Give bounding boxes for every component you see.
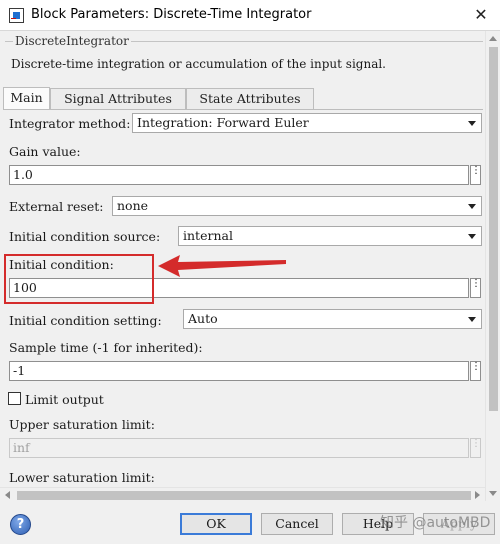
scroll-down-icon[interactable] (489, 491, 497, 496)
sample-time-input[interactable]: -1 (9, 361, 469, 381)
vertical-scrollbar[interactable] (485, 31, 500, 501)
close-icon[interactable]: ✕ (468, 2, 494, 28)
help-icon[interactable]: ? (10, 514, 31, 535)
limit-output-label: Limit output (25, 392, 104, 407)
upper-saturation-input: inf (9, 438, 469, 458)
window-title: Block Parameters: Discrete-Time Integrat… (31, 7, 312, 22)
initial-condition-label: Initial condition: (9, 257, 114, 272)
horizontal-scroll-thumb[interactable] (17, 491, 471, 500)
more-options-icon: ⋮ (470, 438, 481, 458)
watermark: 知乎 @autoMBD (380, 515, 491, 531)
integrator-method-label: Integrator method: (9, 116, 131, 131)
tab-state-attributes[interactable]: State Attributes (186, 88, 314, 109)
external-reset-label: External reset: (9, 199, 104, 214)
scroll-up-icon[interactable] (489, 36, 497, 41)
tab-signal-attributes[interactable]: Signal Attributes (50, 88, 186, 109)
tab-main[interactable]: Main (3, 87, 50, 110)
external-reset-value: none (117, 198, 149, 213)
ic-setting-value: Auto (188, 311, 218, 326)
ic-source-value: internal (183, 228, 233, 243)
main-tab-panel: Integrator method: Integration: Forward … (0, 110, 485, 488)
ic-setting-dropdown[interactable]: Auto (183, 309, 482, 329)
block-description: Discrete-time integration or accumulatio… (11, 57, 386, 71)
gain-label: Gain value: (9, 144, 81, 159)
integrator-method-value: Integration: Forward Euler (137, 115, 309, 130)
upper-saturation-label: Upper saturation limit: (9, 417, 155, 432)
ic-setting-label: Initial condition setting: (9, 313, 162, 328)
scroll-left-icon[interactable] (5, 491, 10, 499)
title-bar: Block Parameters: Discrete-Time Integrat… (0, 0, 500, 31)
scroll-right-icon[interactable] (475, 491, 480, 499)
integrator-method-dropdown[interactable]: Integration: Forward Euler (132, 113, 482, 133)
initial-condition-input[interactable]: 100 (9, 278, 469, 298)
chevron-down-icon (468, 121, 476, 126)
lower-saturation-label: Lower saturation limit: (9, 470, 155, 485)
limit-output-checkbox[interactable] (8, 392, 21, 405)
external-reset-dropdown[interactable]: none (112, 196, 482, 216)
simulink-block-icon (9, 8, 24, 23)
description-group: DiscreteIntegrator Discrete-time integra… (5, 34, 483, 78)
block-type-title: DiscreteIntegrator (13, 34, 131, 48)
gain-input[interactable]: 1.0 (9, 165, 469, 185)
ic-source-label: Initial condition source: (9, 229, 161, 244)
chevron-down-icon (468, 234, 476, 239)
more-options-icon[interactable]: ⋮ (470, 278, 481, 298)
more-options-icon[interactable]: ⋮ (470, 361, 481, 381)
ok-button[interactable]: OK (180, 513, 252, 535)
vertical-scroll-thumb[interactable] (489, 47, 498, 411)
more-options-icon[interactable]: ⋮ (470, 165, 481, 185)
chevron-down-icon (468, 317, 476, 322)
ic-source-dropdown[interactable]: internal (178, 226, 482, 246)
cancel-button[interactable]: Cancel (261, 513, 333, 535)
chevron-down-icon (468, 204, 476, 209)
horizontal-scrollbar[interactable] (0, 487, 485, 502)
sample-time-label: Sample time (-1 for inherited): (9, 340, 203, 355)
